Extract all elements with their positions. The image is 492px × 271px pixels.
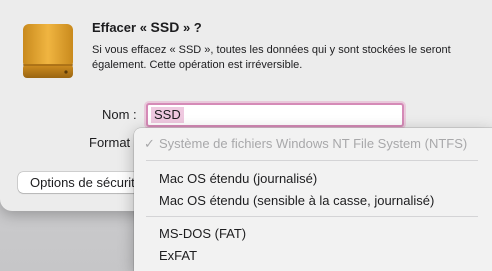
name-input-value: SSD (151, 107, 184, 123)
menu-item-label: Mac OS étendu (sensible à la casse, jour… (159, 193, 435, 208)
format-popup-menu: ✓ Système de fichiers Windows NT File Sy… (134, 128, 492, 271)
dialog-title: Effacer « SSD » ? (92, 19, 202, 35)
title-disk-name: SSD (150, 19, 180, 35)
format-label: Format (89, 135, 131, 150)
checkmark-icon: ✓ (144, 136, 155, 151)
menu-separator (146, 160, 478, 161)
screen: Effacer « SSD » ? Si vous effacez « SSD … (0, 0, 492, 271)
menu-item-label: Mac OS étendu (journalisé) (159, 171, 318, 186)
title-prefix: Effacer « (92, 20, 151, 35)
name-input[interactable]: SSD (146, 103, 404, 127)
menu-item-mac-os-extended-case-sensitive[interactable]: Mac OS étendu (sensible à la casse, jour… (134, 190, 492, 212)
menu-item-label: Système de fichiers Windows NT File Syst… (159, 136, 468, 151)
menu-item-label: MS-DOS (FAT) (159, 226, 247, 241)
title-suffix: » ? (179, 20, 202, 35)
menu-item-mac-os-extended-journaled[interactable]: Mac OS étendu (journalisé) (134, 168, 492, 190)
external-drive-icon (23, 24, 73, 78)
menu-item-ntfs: ✓ Système de fichiers Windows NT File Sy… (134, 133, 492, 155)
name-label: Nom : (102, 107, 137, 122)
menu-item-ms-dos-fat[interactable]: MS-DOS (FAT) (134, 223, 492, 245)
menu-item-label: ExFAT (159, 248, 198, 263)
menu-separator (146, 216, 478, 217)
dialog-message: Si vous effacez « SSD », toutes les donn… (92, 44, 451, 71)
menu-item-exfat[interactable]: ExFAT (134, 245, 492, 267)
